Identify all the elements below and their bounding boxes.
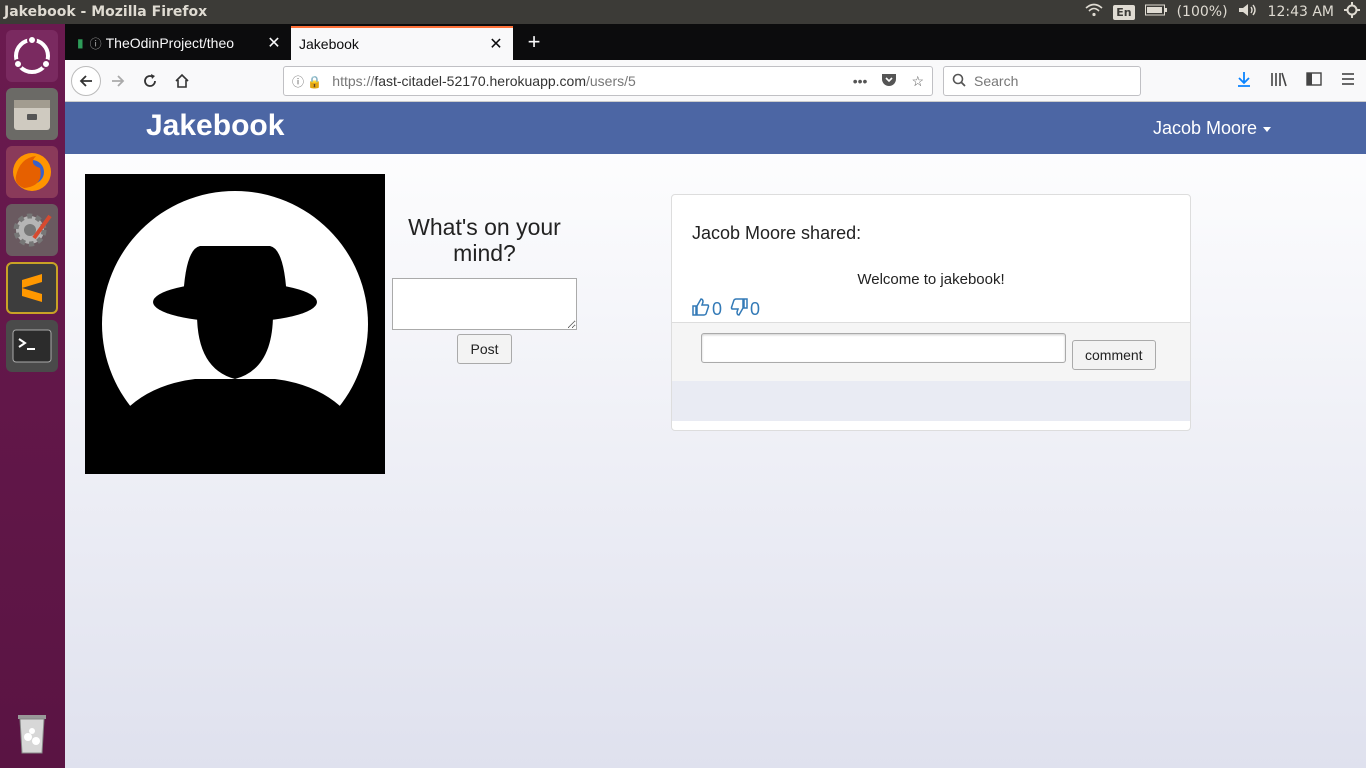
user-name: Jacob Moore [1152, 118, 1257, 138]
like-count: 0 [712, 299, 723, 319]
hamburger-menu-icon[interactable] [1340, 71, 1356, 92]
tab-jakebook[interactable]: Jakebook ✕ [291, 26, 513, 60]
page-actions-icon[interactable]: ••• [853, 73, 868, 90]
system-tray: En (100%) 12:43 AM [1085, 2, 1366, 22]
files-icon[interactable] [6, 88, 58, 140]
post-composer: What's on your mind? Post [392, 214, 577, 364]
tab-strip: ▮ ⓘ TheOdinProject/theo ✕ Jakebook ✕ + [65, 24, 1366, 60]
comment-button[interactable]: comment [1072, 340, 1156, 370]
comment-input[interactable] [701, 333, 1066, 363]
post-author: Jacob Moore shared: [692, 223, 862, 243]
user-menu-dropdown[interactable]: Jacob Moore [1153, 118, 1271, 139]
system-settings-icon[interactable] [6, 204, 58, 256]
anonymous-silhouette-icon [85, 174, 385, 474]
keyboard-language[interactable]: En [1113, 4, 1135, 20]
post-textarea[interactable] [392, 278, 577, 330]
system-top-bar: Jakebook - Mozilla Firefox En (100%) 12:… [0, 0, 1366, 24]
sidebar-icon[interactable] [1306, 71, 1322, 92]
terminal-icon[interactable] [6, 320, 58, 372]
post-button[interactable]: Post [457, 334, 512, 364]
reload-icon [144, 74, 156, 87]
caret-down-icon [1263, 126, 1271, 132]
search-placeholder: Search [974, 73, 1019, 89]
url-bar[interactable]: ⓘ 🔒 https:// fast-citadel-52170.herokuap… [283, 66, 933, 96]
profile-avatar [85, 174, 385, 474]
search-bar[interactable]: Search [943, 66, 1141, 96]
battery-percent: (100%) [1176, 4, 1228, 20]
launcher [0, 24, 65, 768]
ubuntu-logo-icon[interactable] [6, 30, 58, 82]
info-icon: ⓘ [89, 36, 102, 51]
url-host: fast-citadel-52170.herokuapp.com [374, 73, 586, 89]
pocket-icon[interactable] [881, 73, 897, 90]
reload-button[interactable] [135, 66, 165, 96]
composer-heading: What's on your mind? [408, 214, 561, 266]
new-tab-button[interactable]: + [520, 29, 548, 57]
close-tab-icon[interactable]: ✕ [487, 34, 505, 54]
post-reactions: 0 0 [692, 298, 760, 321]
library-icon[interactable] [1270, 71, 1288, 92]
post-card: Jacob Moore shared: Welcome to jakebook!… [671, 194, 1191, 431]
home-icon [175, 73, 189, 88]
navigation-toolbar: ⓘ 🔒 https:// fast-citadel-52170.herokuap… [65, 60, 1366, 102]
firefox-icon[interactable] [6, 146, 58, 198]
post-body: Welcome to jakebook! [857, 271, 1005, 288]
tab-label: Jakebook [299, 36, 359, 52]
clock[interactable]: 12:43 AM [1268, 4, 1334, 20]
search-icon [952, 73, 966, 90]
url-scheme: https:// [332, 73, 375, 89]
dislike-count: 0 [750, 299, 761, 319]
site-header: Jakebook Jacob Moore [65, 102, 1366, 154]
download-icon[interactable] [1236, 71, 1252, 92]
trash-icon[interactable] [6, 706, 58, 758]
web-page: Jakebook Jacob Moore What's on your mind… [65, 102, 1366, 768]
window-title: Jakebook - Mozilla Firefox [4, 4, 208, 20]
browser-tools [1236, 66, 1356, 96]
url-path: /users/5 [586, 73, 636, 89]
volume-icon[interactable] [1238, 3, 1258, 21]
home-button[interactable] [167, 66, 197, 96]
tab-label: TheOdinProject/theo [105, 35, 235, 51]
thumbs-up-icon[interactable] [692, 298, 710, 321]
battery-icon[interactable] [1144, 4, 1167, 20]
tab-theodinproject[interactable]: ▮ ⓘ TheOdinProject/theo ✕ [69, 26, 291, 60]
system-gear-icon[interactable] [1344, 2, 1360, 22]
comments-area [672, 381, 1190, 421]
bookmark-star-icon[interactable]: ☆ [911, 73, 924, 90]
back-arrow-icon [79, 75, 92, 87]
forward-button[interactable] [103, 66, 133, 96]
comment-form: comment [672, 322, 1190, 381]
sublime-text-icon[interactable] [6, 262, 58, 314]
thumbs-down-icon[interactable] [730, 298, 748, 321]
forward-arrow-icon [112, 75, 125, 87]
back-button[interactable] [71, 66, 101, 96]
brand-link[interactable]: Jakebook [146, 109, 284, 143]
close-tab-icon[interactable]: ✕ [265, 33, 283, 53]
firefox-window: ▮ ⓘ TheOdinProject/theo ✕ Jakebook ✕ + ⓘ… [65, 24, 1366, 768]
tab-favicon-icon: ▮ [77, 36, 84, 50]
wifi-icon[interactable] [1085, 3, 1103, 21]
site-info-icon[interactable]: ⓘ 🔒 [292, 73, 322, 90]
